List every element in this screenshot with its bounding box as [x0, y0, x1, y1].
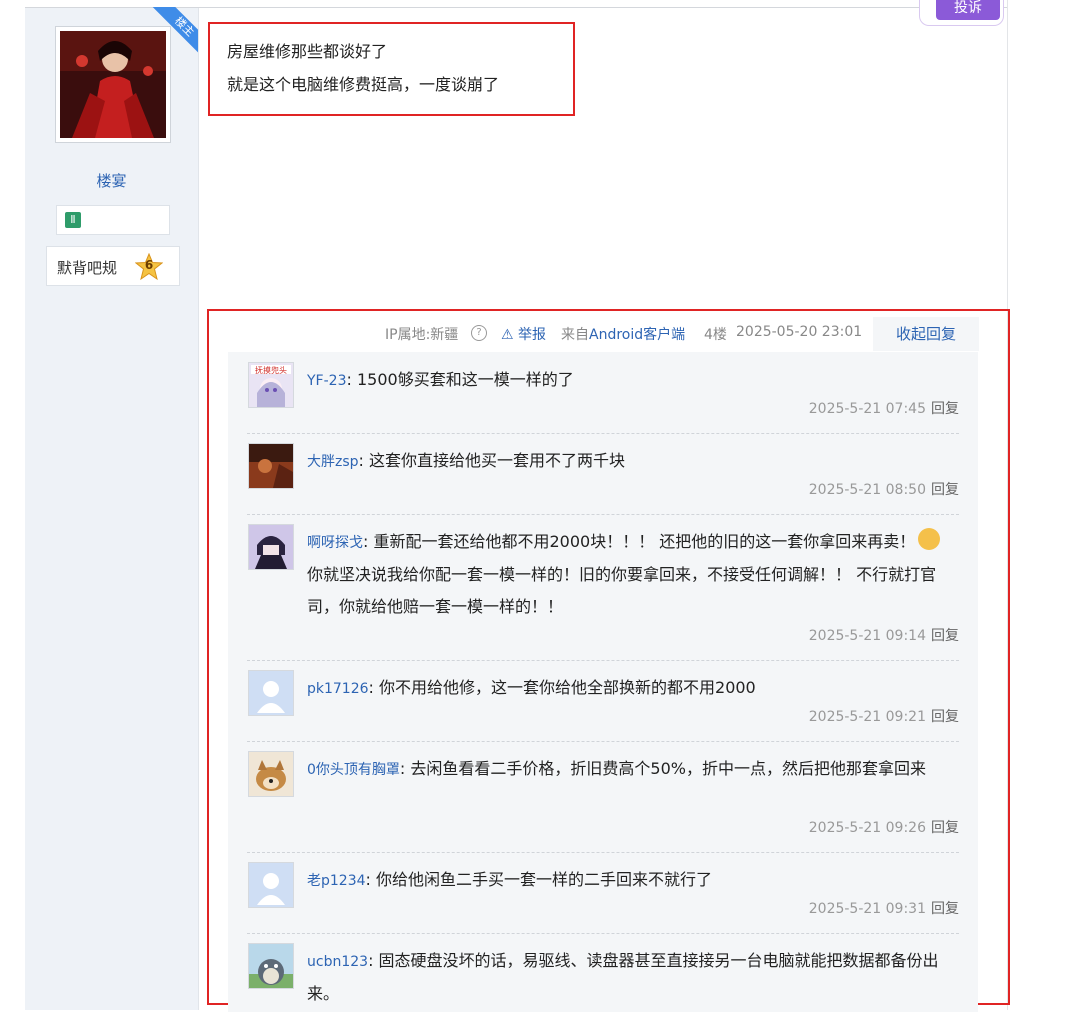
forum-level-badge[interactable]: 默背吧规 6	[46, 246, 180, 286]
comment-time: 2025-5-21 07:45	[808, 401, 926, 417]
comment-item: ucbn123: 固态硬盘没坏的话，易驱线、读盘器甚至直接接另一台电脑就能把数据…	[247, 933, 959, 1012]
comment-user[interactable]: 0你头顶有胸罩	[307, 762, 400, 778]
comment-timestamp: 2025-5-21 09:21 回复	[809, 706, 959, 726]
reply-link[interactable]: 回复	[931, 901, 959, 917]
complaint-label: 投诉	[936, 0, 1000, 20]
reply-thread: 抚摸兜头 YF-23: 1500够买套和这一模一样的了 2025-5-21 07…	[228, 352, 978, 1012]
ip-location: IP属地:新疆	[385, 327, 459, 343]
comment-text: 去闲鱼看看二手价格，折旧费高个50%，折中一点，然后把他那套拿回来	[410, 759, 926, 778]
comment-timestamp: 2025-5-21 09:26 回复	[809, 817, 959, 837]
photo-avatar[interactable]	[248, 443, 294, 489]
zodiac-badge-row: Ⅱ	[56, 205, 170, 235]
op-corner-badge: 楼主	[150, 7, 198, 55]
comment-body: 啊呀探戈: 重新配一套还给他都不用2000块！！！ 还把他的旧的这一套你拿回来再…	[307, 526, 959, 623]
comment-user[interactable]: 大胖zsp	[307, 454, 359, 470]
client-source: 来自Android客户端	[561, 327, 686, 343]
comment-user[interactable]: YF-23	[307, 373, 346, 389]
reply-link[interactable]: 回复	[931, 482, 959, 498]
comment-time: 2025-5-21 09:14	[808, 628, 926, 644]
comment-body: 0你头顶有胸罩: 去闲鱼看看二手价格，折旧费高个50%，折中一点，然后把他那套拿…	[307, 759, 926, 778]
comment-body: YF-23: 1500够买套和这一模一样的了	[307, 370, 574, 389]
comment-text-cont: 你就坚决说我给你配一套一模一样的！旧的你要拿回来，不接受任何调解！！ 不行就打官…	[307, 565, 937, 616]
reply-link[interactable]: 回复	[931, 628, 959, 644]
author-username[interactable]: 楼宴	[25, 170, 198, 191]
comment-user[interactable]: pk17126	[307, 681, 369, 697]
comment-item: 大胖zsp: 这套你直接给他买一套用不了两千块 2025-5-21 08:50 回…	[247, 433, 959, 515]
reply-link[interactable]: 回复	[931, 709, 959, 725]
comment-time: 2025-5-21 09:26	[808, 820, 926, 836]
comment-timestamp: 2025-5-21 09:31 回复	[809, 898, 959, 918]
comment-item: 啊呀探戈: 重新配一套还给他都不用2000块！！！ 还把他的旧的这一套你拿回来再…	[247, 514, 959, 661]
post-datetime: 2025-05-20 23:01	[736, 324, 863, 340]
comment-timestamp: 2025-5-21 07:45 回复	[809, 398, 959, 418]
anime-avatar[interactable]: 抚摸兜头	[248, 362, 294, 408]
post-meta-row: IP属地:新疆 ? ⚠ 举报 来自Android客户端 4楼 2025-05-2…	[209, 321, 968, 347]
question-icon[interactable]: ?	[471, 325, 487, 341]
smile-emoji	[918, 528, 941, 550]
anime-avatar[interactable]	[248, 524, 294, 570]
comment-text: 1500够买套和这一模一样的了	[356, 370, 574, 389]
totoro-avatar[interactable]	[248, 943, 294, 989]
default-avatar[interactable]	[248, 670, 294, 716]
level-name: 默背吧规	[57, 259, 118, 277]
comment-user[interactable]: ucbn123	[307, 954, 368, 970]
dog-avatar[interactable]	[248, 751, 294, 797]
comment-user[interactable]: 老p1234	[307, 873, 366, 889]
comment-body: pk17126: 你不用给他修，这一套你给他全部换新的都不用2000	[307, 678, 756, 697]
comment-body: 大胖zsp: 这套你直接给他买一套用不了两千块	[307, 451, 626, 470]
floor-number: 4楼	[704, 327, 727, 343]
comment-timestamp: 2025-5-21 09:14 回复	[809, 625, 959, 645]
comment-text: 这套你直接给他买一套用不了两千块	[369, 451, 626, 470]
op-label: 楼主	[150, 7, 198, 55]
comment-text: 你不用给他修，这一套你给他全部换新的都不用2000	[379, 678, 756, 697]
default-avatar[interactable]	[248, 862, 294, 908]
comment-text: 重新配一套还给他都不用2000块！！！ 还把他的旧的这一套你拿回来再卖！	[373, 532, 916, 551]
reply-link[interactable]: 回复	[931, 820, 959, 836]
comment-item: 老p1234: 你给他闲鱼二手买一套一样的二手回来不就行了 2025-5-21 …	[247, 852, 959, 934]
comment-time: 2025-5-21 09:31	[808, 901, 926, 917]
avatar-caption: 抚摸兜头	[255, 365, 287, 375]
comment-text: 固态硬盘没坏的话，易驱线、读盘器甚至直接接另一台电脑就能把数据都备份出来。	[307, 951, 939, 1003]
post-content-highlight: 房屋维修那些都谈好了 就是这个电脑维修费挺高，一度谈崩了	[208, 22, 575, 116]
comment-body: ucbn123: 固态硬盘没坏的话，易驱线、读盘器甚至直接接另一台电脑就能把数据…	[307, 951, 939, 1003]
report-link[interactable]: ⚠ 举报	[501, 324, 546, 344]
comments-highlight: IP属地:新疆 ? ⚠ 举报 来自Android客户端 4楼 2025-05-2…	[207, 309, 1010, 1012]
reply-link[interactable]: 回复	[931, 401, 959, 417]
comment-time: 2025-5-21 08:50	[808, 482, 926, 498]
level-number: 6	[144, 258, 154, 272]
comment-time: 2025-5-21 09:21	[808, 709, 926, 725]
collapse-replies-button[interactable]: 收起回复	[873, 317, 979, 351]
comment-item: 抚摸兜头 YF-23: 1500够买套和这一模一样的了 2025-5-21 07…	[247, 352, 959, 434]
author-column	[25, 8, 199, 1010]
comment-text: 你给他闲鱼二手买一套一样的二手回来不就行了	[376, 870, 713, 889]
comment-item: 0你头顶有胸罩: 去闲鱼看看二手价格，折旧费高个50%，折中一点，然后把他那套拿…	[247, 741, 959, 853]
comment-item: pk17126: 你不用给他修，这一套你给他全部换新的都不用2000 2025-…	[247, 660, 959, 742]
comment-timestamp: 2025-5-21 08:50 回复	[809, 479, 959, 499]
post-line: 房屋维修那些都谈好了	[227, 42, 388, 61]
comment-user[interactable]: 啊呀探戈	[307, 535, 363, 551]
report-label: 举报	[518, 327, 547, 343]
gemini-icon: Ⅱ	[65, 212, 81, 228]
comment-body: 老p1234: 你给他闲鱼二手买一套一样的二手回来不就行了	[307, 870, 713, 889]
post-line: 就是这个电脑维修费挺高，一度谈崩了	[227, 75, 500, 94]
complaint-button[interactable]: 投诉	[919, 0, 1004, 26]
android-client-link[interactable]: Android客户端	[589, 327, 685, 343]
